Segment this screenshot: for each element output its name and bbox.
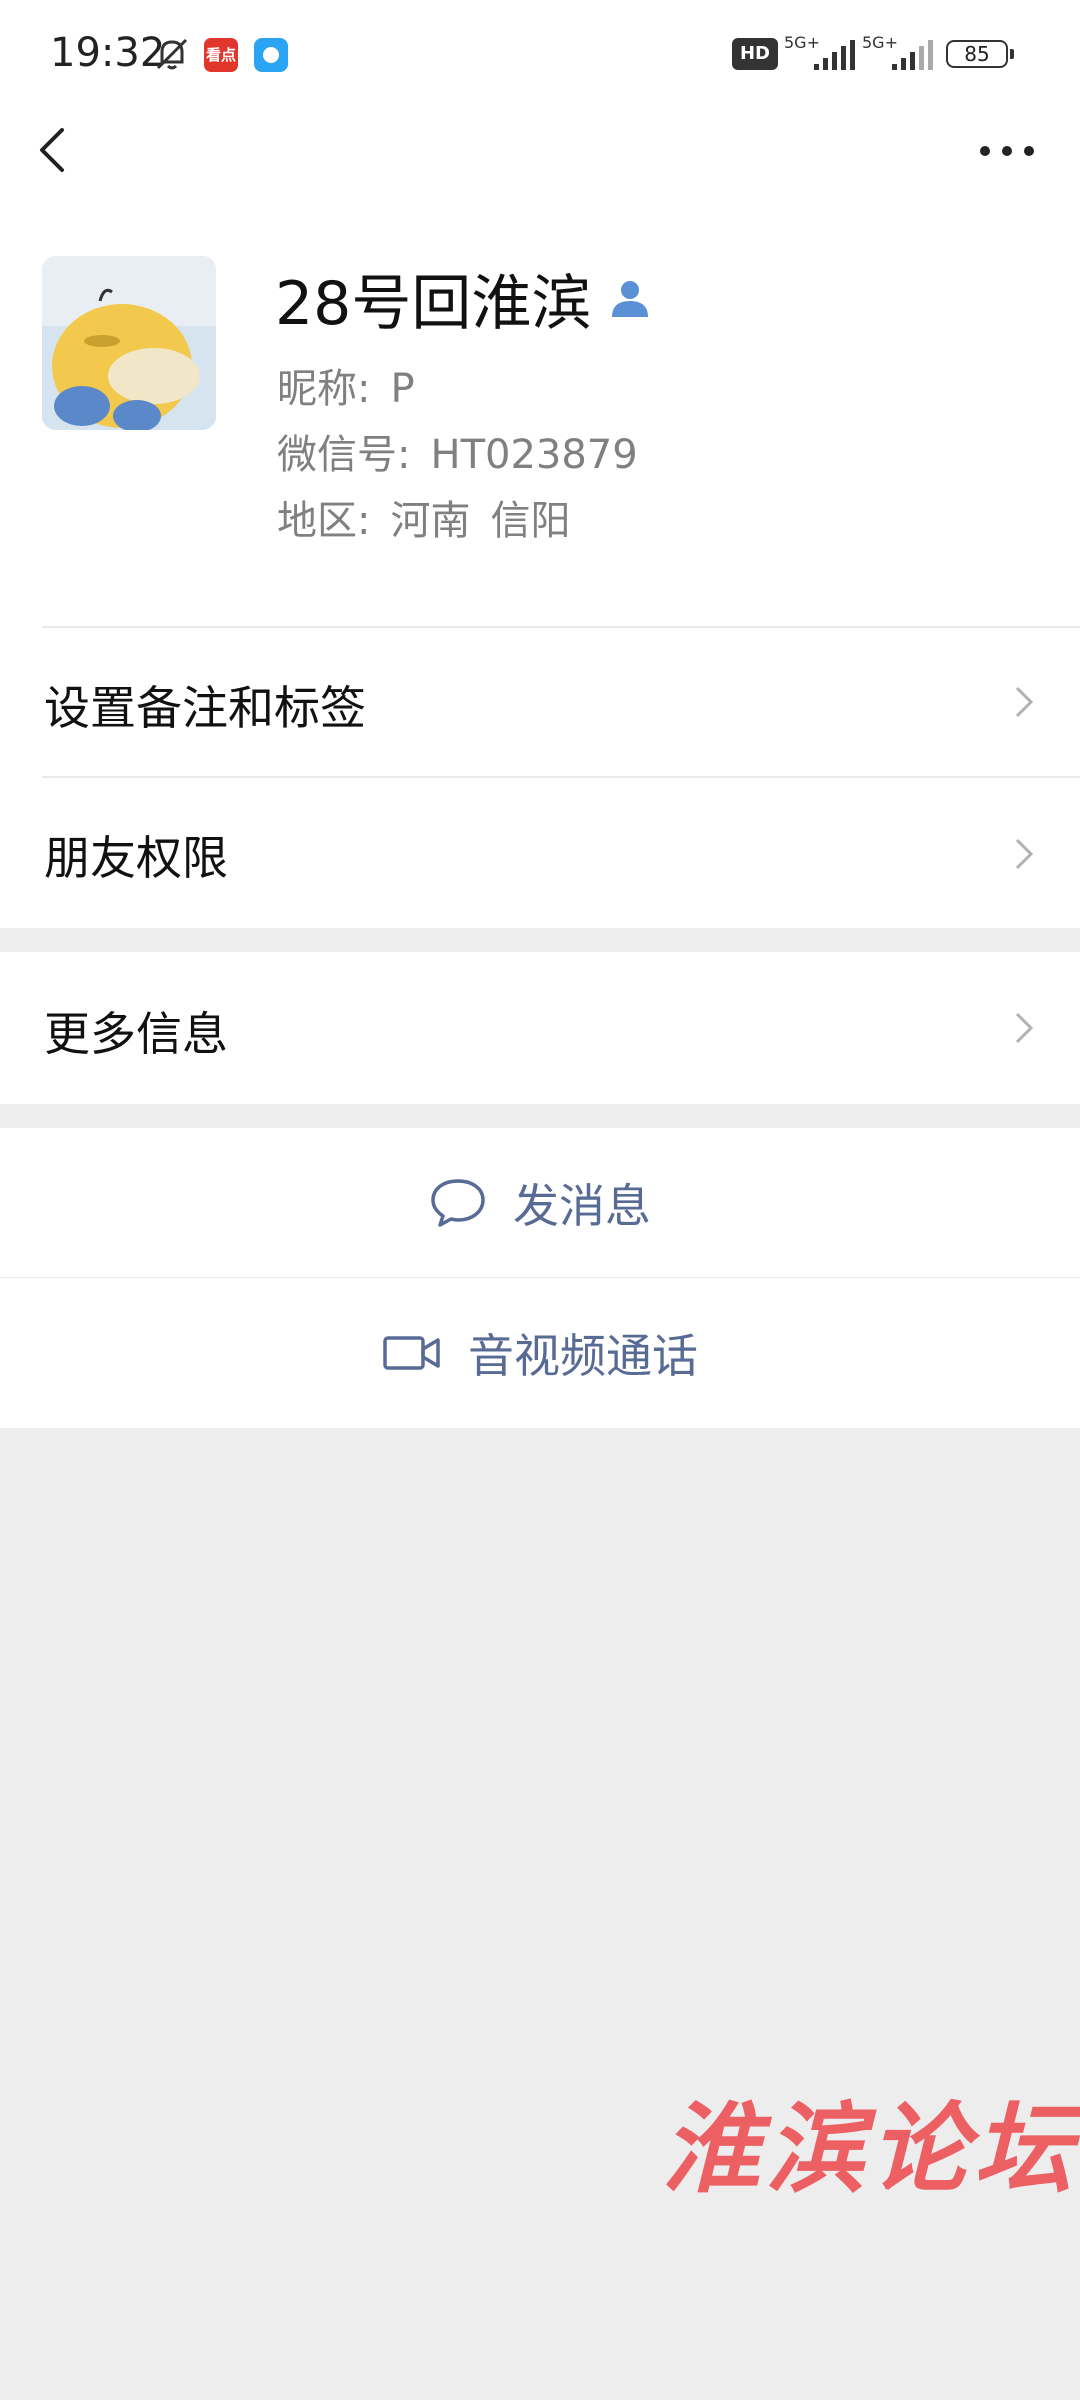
video-camera-icon	[383, 1336, 440, 1370]
back-button[interactable]	[30, 120, 80, 180]
signal-icon: 5G+	[784, 34, 855, 70]
section-gap	[0, 928, 1080, 952]
chevron-left-icon	[40, 128, 64, 172]
more-info-cell[interactable]: 更多信息	[0, 952, 1080, 1104]
bell-off-icon	[156, 38, 188, 70]
wechat-id-label: 微信号:	[277, 432, 411, 478]
status-bar: 19:32 看点 HD 5G+ 5G+ 85	[0, 0, 1080, 110]
region-city: 信阳	[490, 498, 571, 544]
more-dots-icon	[1024, 146, 1034, 156]
video-call-button[interactable]: 音视频通话	[0, 1278, 1080, 1428]
chat-bubble-icon	[431, 1179, 485, 1227]
avatar-image	[42, 256, 216, 430]
wechat-id-value: HT023879	[430, 432, 638, 478]
friend-permissions-label: 朋友权限	[44, 831, 228, 885]
contact-person-icon	[612, 281, 649, 317]
nickname-line: 昵称: P	[277, 356, 415, 414]
nickname-label: 昵称:	[277, 366, 371, 412]
signal-label-2: 5G+	[862, 34, 898, 52]
send-message-button[interactable]: 发消息	[0, 1128, 1080, 1278]
chat-app-icon	[254, 38, 288, 72]
set-remarks-tags-label: 设置备注和标签	[44, 681, 366, 735]
friend-permissions-cell[interactable]: 朋友权限	[0, 778, 1080, 928]
nickname-value: P	[390, 366, 415, 412]
wechat-id-line[interactable]: 微信号: HT023879	[277, 422, 638, 480]
set-remarks-tags-cell[interactable]: 设置备注和标签	[0, 628, 1080, 776]
contact-name-row: 28号回淮滨	[275, 258, 651, 339]
news-app-icon: 看点	[204, 38, 238, 72]
more-button[interactable]	[972, 130, 1042, 170]
signal-icon-2: 5G+	[862, 34, 933, 70]
more-dots-icon	[980, 146, 990, 156]
chevron-right-icon	[1015, 838, 1034, 870]
battery-icon: 85	[946, 40, 1014, 68]
status-time: 19:32	[50, 30, 166, 76]
video-call-label: 音视频通话	[468, 1329, 698, 1383]
send-message-label: 发消息	[513, 1179, 651, 1233]
forum-watermark: 淮滨论坛	[662, 2092, 1079, 2207]
region-label: 地区:	[277, 498, 371, 544]
contact-name: 28号回淮滨	[275, 268, 592, 339]
region-province: 河南	[390, 498, 471, 544]
avatar[interactable]	[42, 256, 216, 430]
region-line: 地区: 河南 信阳	[277, 488, 570, 546]
chevron-right-icon	[1015, 1012, 1034, 1044]
hd-voice-icon: HD	[732, 38, 778, 70]
more-info-label: 更多信息	[44, 1007, 228, 1061]
section-gap	[0, 1104, 1080, 1128]
chevron-right-icon	[1015, 686, 1034, 718]
signal-label: 5G+	[784, 34, 820, 52]
more-dots-icon	[1002, 146, 1012, 156]
